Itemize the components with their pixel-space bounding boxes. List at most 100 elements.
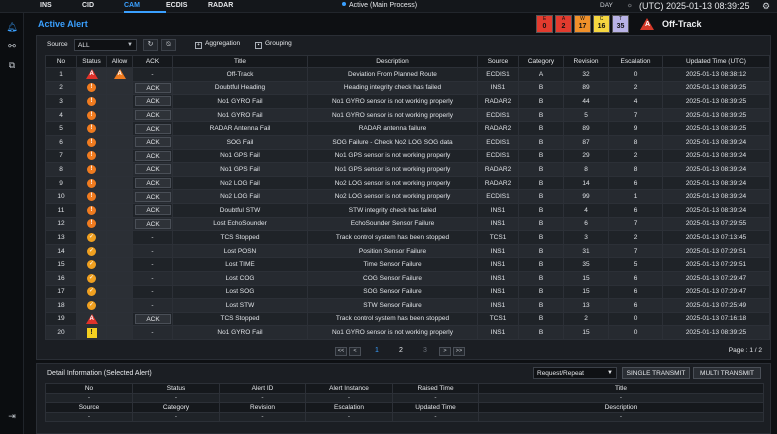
column-header[interactable]: Status — [76, 55, 107, 68]
network-icon[interactable]: ⚯ — [6, 40, 18, 52]
last-page-button[interactable]: >> — [453, 347, 465, 356]
table-row[interactable]: 10! ACK No2 LOG Fail No2 LOG sensor is not … — [45, 189, 770, 204]
logout-icon[interactable]: ⇥ — [6, 410, 18, 422]
column-header[interactable]: Allow — [106, 55, 133, 68]
table-row[interactable]: 15 ✓ - Lost TIME Time Sensor Failure INS1 B 35 5… — [45, 257, 770, 272]
page-1-link[interactable]: 1 — [375, 347, 379, 354]
brightness-icon[interactable]: ☼ — [627, 2, 633, 9]
process-status-label: Active (Main Process) — [349, 2, 418, 9]
row-status: ! — [76, 162, 107, 177]
row-updated-time: 2025-01-13 08:39:25 — [662, 121, 770, 136]
row-allow — [106, 298, 133, 313]
ack-button[interactable]: ACK — [135, 110, 171, 121]
row-source: ECDIS1 — [477, 107, 519, 123]
table-row[interactable]: 17 ✓ - Lost SOG SOG Sensor Failure INS1 B 15 6 20… — [45, 284, 770, 300]
table-row[interactable]: 1 A A - Off-Track Deviation From Planned Rout… — [45, 67, 770, 82]
alert-count-t[interactable]: T 35 — [612, 15, 629, 33]
column-header[interactable]: Revision — [563, 55, 609, 68]
table-row[interactable]: 6! ACK SOG Fail SOG Failure - Check No2 LOG… — [45, 134, 770, 150]
row-status: ! — [76, 175, 107, 191]
pagination: << < 1 2 3 > >> Page : 1 / 2 — [37, 346, 770, 358]
table-row[interactable]: 11! ACK Doubtful STW STW integrity check ha… — [45, 202, 770, 218]
table-row[interactable]: 14 ✓ - Lost POSN Position Sensor Failure INS1… — [45, 243, 770, 259]
column-header[interactable]: Escalation — [608, 55, 663, 68]
page-2-link[interactable]: 2 — [399, 347, 403, 354]
row-source: INS1 — [477, 202, 519, 218]
day-mode-toggle[interactable]: DAY ☼ — [600, 2, 633, 9]
page-3-link[interactable]: 3 — [423, 347, 427, 354]
table-row[interactable]: 3! ACK No1 GYRO Fail No1 GYRO sensor is not… — [45, 94, 770, 109]
multi-transmit-button[interactable]: MULTI TRANSMIT — [693, 367, 761, 379]
alert-count-e[interactable]: E0 — [536, 15, 553, 33]
gear-icon[interactable]: ⚙ — [762, 1, 770, 12]
row-updated-time: 2025-01-13 08:39:24 — [662, 134, 770, 150]
row-ack: - — [132, 243, 173, 259]
alert-count-value: 17 — [578, 23, 587, 30]
ack-button[interactable]: ACK — [135, 82, 171, 93]
table-row[interactable]: 2! ACK Doubtful Heading Heading integrity c… — [45, 80, 770, 96]
ack-button[interactable]: ACK — [135, 150, 171, 161]
column-header[interactable]: Category — [518, 55, 564, 68]
ack-button[interactable]: ACK — [135, 178, 171, 189]
column-header[interactable]: Description — [307, 55, 478, 68]
row-category: B — [518, 230, 564, 245]
first-page-button[interactable]: << — [335, 347, 347, 356]
copy-icon[interactable]: ⧉ — [6, 59, 18, 71]
warning-icon: ! — [87, 192, 96, 202]
grouping-checkbox[interactable]: ▪ Grouping — [255, 40, 292, 49]
table-row[interactable]: 18 ✓ - Lost STW STW Sensor Failure INS1 B 13 6 20… — [45, 298, 770, 313]
ack-button[interactable]: ACK — [135, 313, 171, 324]
ack-button[interactable]: ACK — [135, 191, 171, 202]
row-revision: 4 — [563, 202, 609, 218]
row-source: INS1 — [477, 80, 519, 96]
table-row[interactable]: 7! ACK No1 GPS Fail No1 GPS sensor is not w… — [45, 148, 770, 164]
single-transmit-button[interactable]: SINGLE TRANSMIT — [622, 367, 690, 379]
row-category: B — [518, 175, 564, 191]
detail-field-value: - — [219, 392, 306, 403]
row-updated-time: 2025-01-13 08:39:25 — [662, 80, 770, 96]
table-row[interactable]: 8! ACK No1 GPS Fail No1 GPS sensor is not w… — [45, 162, 770, 177]
ack-button[interactable]: ACK — [135, 164, 171, 175]
aggregation-checkbox[interactable]: + Aggregation — [195, 40, 240, 49]
alert-count-a[interactable]: A2 — [555, 15, 572, 33]
top-alert-label[interactable]: Off-Track — [662, 19, 702, 29]
column-header[interactable]: Updated Time (UTC) — [662, 55, 770, 68]
table-row[interactable]: 4! ACK No1 GYRO Fail No1 GYRO sensor is not… — [45, 107, 770, 123]
refresh-button[interactable]: ↻ — [143, 39, 158, 51]
column-header[interactable]: ACK — [132, 55, 173, 68]
row-status: ! — [76, 80, 107, 96]
source-select[interactable]: ALL ▼ — [74, 39, 137, 51]
tab-radar[interactable]: RADAR — [208, 0, 250, 13]
tab-ins[interactable]: INS — [40, 0, 82, 13]
table-row[interactable]: 5! ACK RADAR Antenna Fail RADAR antenna fai… — [45, 121, 770, 136]
request-select[interactable]: Request/Repeat ▼ — [533, 367, 617, 379]
ack-button[interactable]: ACK — [135, 218, 171, 229]
utc-clock: (UTC) 2025-01-13 08:39:25 — [639, 1, 750, 11]
table-row[interactable]: 16 ✓ - Lost COG COG Sensor Failure INS1 B 15 6 20… — [45, 270, 770, 286]
column-header[interactable]: Title — [172, 55, 308, 68]
ack-button[interactable]: ACK — [135, 137, 171, 148]
row-title: Doubtful STW — [172, 202, 308, 218]
alert-count-w[interactable]: W 17 — [574, 15, 591, 33]
alert-count-letter: E — [542, 16, 547, 22]
table-row[interactable]: 9! ACK No2 LOG Fail No2 LOG sensor is not w… — [45, 175, 770, 191]
bell-icon[interactable]: 🔔︎ — [6, 21, 18, 33]
ack-button[interactable]: ACK — [135, 123, 171, 134]
table-row[interactable]: 20! - No1 GYRO Fail No1 GYRO sensor is not … — [45, 325, 770, 340]
tab-cid[interactable]: CID — [82, 0, 124, 13]
ack-button[interactable]: ACK — [135, 205, 171, 216]
row-ack: ACK — [132, 121, 173, 136]
column-header[interactable]: Source — [477, 55, 519, 68]
mute-button[interactable]: ⍉ — [161, 39, 176, 51]
table-row[interactable]: 19 A ACK TCS Stopped Track control system ha… — [45, 311, 770, 327]
prev-page-button[interactable]: < — [349, 347, 361, 356]
tab-ecdis[interactable]: ECDIS — [166, 0, 208, 13]
table-row[interactable]: 13 ✓ - TCS Stopped Track control system has … — [45, 230, 770, 245]
table-row[interactable]: 12! ACK Lost EchoSounder EchoSounder Sensor… — [45, 216, 770, 232]
column-header[interactable]: No — [45, 55, 77, 68]
alert-count-c[interactable]: C 16 — [593, 15, 610, 33]
row-number: 3 — [45, 94, 77, 109]
next-page-button[interactable]: > — [439, 347, 451, 356]
tab-cam[interactable]: CAM — [124, 0, 166, 13]
ack-button[interactable]: ACK — [135, 96, 171, 107]
